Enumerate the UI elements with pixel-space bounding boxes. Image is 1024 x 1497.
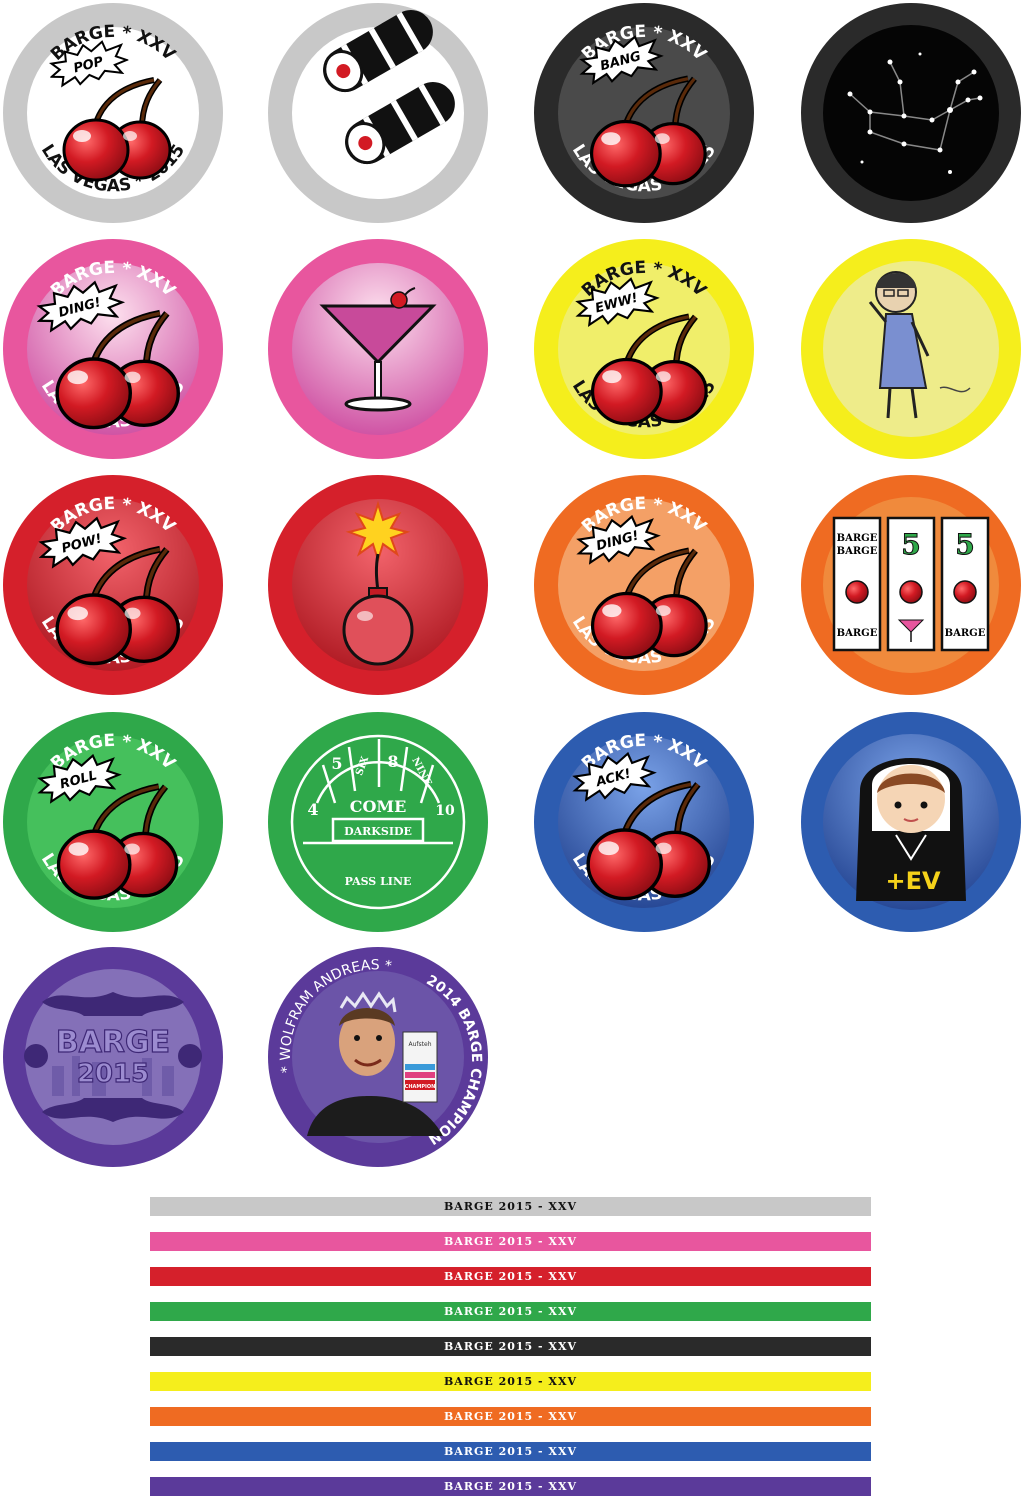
chip-bomb — [267, 474, 489, 696]
svg-text:Aufsteh: Aufsteh — [409, 1041, 432, 1048]
chip-craps: 4 5 SIX 8 NINE 10 COME DARKSIDE PASS LIN… — [267, 711, 489, 933]
svg-text:BARGE: BARGE — [837, 533, 878, 544]
svg-text:2015: 2015 — [77, 1059, 149, 1089]
svg-text:+EV: +EV — [885, 867, 941, 895]
chip-slots: BARGE BARGE BARGE 5 5 BARGE — [800, 474, 1022, 696]
ribbon-green: BARGE 2015 - XXV — [150, 1302, 871, 1321]
chip-roll: BARGE * XXV LAS VEGAS * 2015 ROLL — [2, 711, 224, 933]
svg-text:5: 5 — [901, 528, 920, 561]
svg-text:DARKSIDE: DARKSIDE — [344, 825, 412, 838]
svg-text:5: 5 — [331, 754, 342, 773]
ribbon-blue: BARGE 2015 - XXV — [150, 1442, 871, 1461]
svg-text:5: 5 — [955, 528, 974, 561]
chip-sushi — [267, 2, 489, 224]
chip-ack: BARGE * XXV LAS VEGAS * 2015 ACK! — [533, 711, 755, 933]
svg-text:BARGE: BARGE — [945, 628, 986, 639]
chip-bang: BARGE * XXV LAS VEGAS * 2015 BANG — [533, 2, 755, 224]
chip-eww: BARGE * XXV LAS VEGAS * 2015 EWW! — [533, 238, 755, 460]
svg-text:BARGE: BARGE — [837, 546, 878, 557]
svg-text:8: 8 — [387, 752, 398, 771]
chip-barge-2015: BARGE 2015 — [2, 946, 224, 1168]
nun-icon: +EV — [856, 758, 966, 901]
ribbon-purple: BARGE 2015 - XXV — [150, 1477, 871, 1496]
chip-pop: BARGE * XXV LAS VEGAS * 2015 POP — [2, 2, 224, 224]
svg-text:10: 10 — [435, 803, 455, 819]
chip-nun: +EV — [800, 711, 1022, 933]
ribbon-yellow: BARGE 2015 - XXV — [150, 1372, 871, 1391]
chip-martini — [267, 238, 489, 460]
svg-text:CHAMPION: CHAMPION — [405, 1084, 436, 1090]
slot-reels-icon: BARGE BARGE BARGE 5 5 BARGE — [832, 516, 990, 652]
chip-champion: * WOLFRAM ANDREAS * 2014 BARGE CHAMPION … — [267, 946, 489, 1168]
ribbon-black: BARGE 2015 - XXV — [150, 1337, 871, 1356]
svg-text:PASS LINE: PASS LINE — [345, 875, 412, 888]
chip-pow: BARGE * XXV LAS VEGAS * 2015 POW! — [2, 474, 224, 696]
ribbon-pink: BARGE 2015 - XXV — [150, 1232, 871, 1251]
ribbon-orange: BARGE 2015 - XXV — [150, 1407, 871, 1426]
svg-text:COME: COME — [350, 797, 407, 816]
svg-text:BARGE: BARGE — [837, 628, 878, 639]
svg-text:4: 4 — [307, 800, 318, 819]
chip-ding-pink: BARGE * XXV LAS VEGAS * 2015 DING! — [2, 238, 224, 460]
chip-constellation — [800, 2, 1022, 224]
chip-ding-orange: BARGE * XXV LAS VEGAS * 2015 DING! — [533, 474, 755, 696]
ribbon-red: BARGE 2015 - XXV — [150, 1267, 871, 1286]
svg-text:BARGE: BARGE — [56, 1025, 170, 1060]
ribbon-gray: BARGE 2015 - XXV — [150, 1197, 871, 1216]
chip-caricature — [800, 238, 1022, 460]
